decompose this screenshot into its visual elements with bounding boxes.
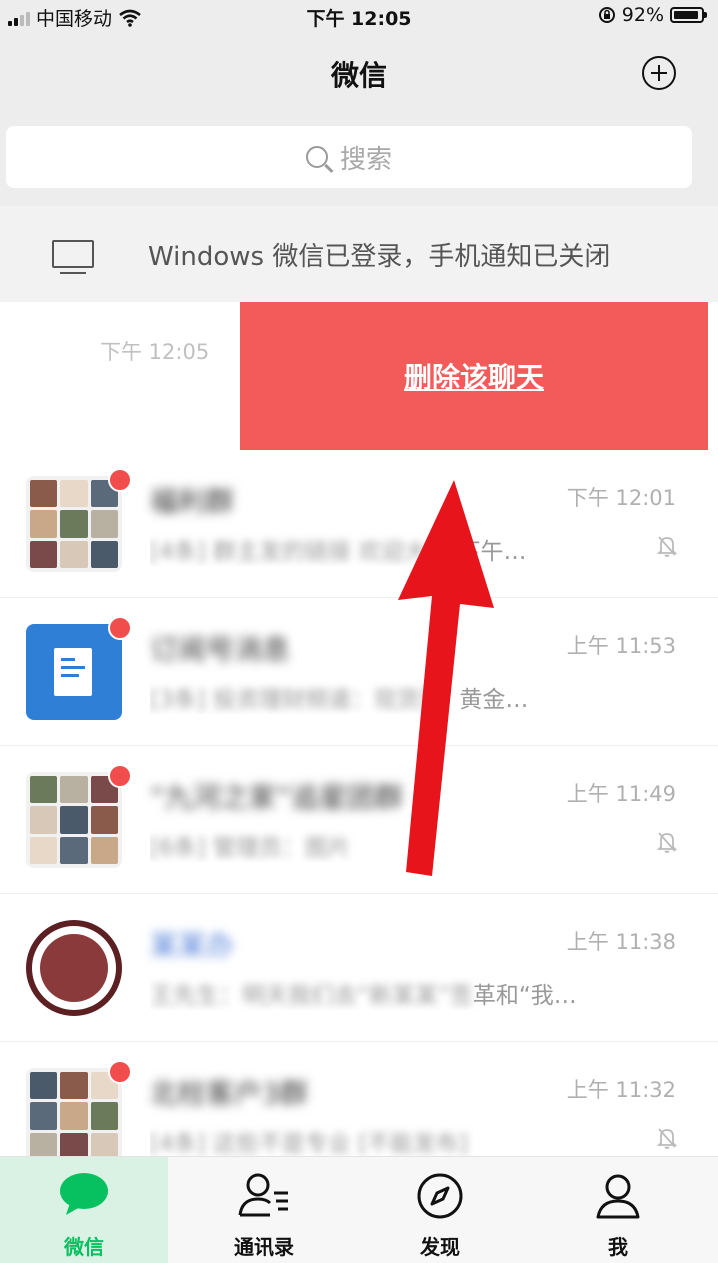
tab-me[interactable]: 我 [534, 1157, 702, 1263]
tab-label: 通讯录 [234, 1235, 294, 1259]
chat-row[interactable]: “九河之家”追星团群 [6条] 管理员：图片 上午 11:49 [0, 746, 718, 894]
chat-preview-blurred: 王先生：明天我们去“新某某”签 [150, 983, 473, 1009]
chat-preview-visible: ! 黄金… [442, 687, 529, 713]
tab-label: 我 [608, 1235, 628, 1259]
orientation-lock-icon [598, 7, 615, 23]
unread-badge [108, 468, 132, 492]
tab-contacts[interactable]: 通讯录 [180, 1157, 348, 1263]
delete-chat-button[interactable]: 删除该聊天 [240, 302, 708, 450]
chat-preview-blurred: [3条] 投资理财频道：现货黄 [150, 687, 443, 713]
compass-icon [417, 1173, 463, 1219]
windows-login-banner[interactable]: Windows 微信已登录，手机通知已关闭 [0, 206, 718, 302]
avatar [26, 1068, 122, 1164]
chat-time: 下午 12:05 [100, 340, 210, 364]
chat-time: 上午 11:32 [566, 1078, 676, 1102]
status-bar: 中国移动 下午 12:05 92% [0, 0, 718, 34]
chat-preview: [4条] 这些不是专业 [不能发布] [150, 1124, 620, 1158]
chat-preview-blurred: [4条] 这些不是专业 [不能发布] [150, 1131, 469, 1157]
chat-name: “九河之家”追星团群 [150, 781, 404, 814]
chat-name: 福利群 [150, 485, 235, 518]
person-icon [596, 1174, 640, 1219]
chat-preview-visible: 下午… [450, 539, 527, 565]
swiped-chat-row[interactable]: 下午 12:05 删除该聊天 [0, 302, 718, 450]
chat-preview: [6条] 管理员：图片 [150, 828, 620, 862]
avatar [26, 476, 122, 572]
avatar [26, 772, 122, 868]
mute-bell-icon [656, 534, 678, 557]
chat-name: 北柱客户3群 [150, 1077, 308, 1110]
login-banner-text: Windows 微信已登录，手机通知已关闭 [148, 241, 611, 272]
page-title: 微信 [330, 59, 387, 92]
chat-list: 福利群 [4条] 群主发的链接 欢迎大家 下午… 下午 12:01 订阅号消息 [3条]… [0, 450, 718, 1190]
chat-preview: [4条] 群主发的链接 欢迎大家 下午… [150, 532, 620, 566]
mute-bell-icon [656, 1126, 678, 1149]
contacts-icon [238, 1173, 288, 1217]
tab-label: 发现 [420, 1235, 460, 1259]
search-placeholder: 搜索 [339, 144, 392, 175]
search-input[interactable]: 搜索 [6, 126, 692, 188]
search-section: 搜索 [0, 114, 718, 206]
chat-time: 上午 11:53 [566, 634, 676, 658]
tab-label: 微信 [64, 1235, 104, 1259]
add-button[interactable] [642, 56, 676, 90]
chat-preview: 王先生：明天我们去“新某某”签革和“我… [150, 976, 620, 1010]
chat-time: 上午 11:49 [566, 782, 676, 806]
monitor-icon [52, 240, 94, 274]
unread-badge [108, 1060, 132, 1084]
chat-preview-visible: 革和“我… [472, 983, 577, 1009]
chat-name: 某某办 [150, 929, 235, 962]
unread-badge [108, 616, 132, 640]
avatar [26, 624, 122, 720]
chat-row[interactable]: 福利群 [4条] 群主发的链接 欢迎大家 下午… 下午 12:01 [0, 450, 718, 598]
tab-bar: 微信 通讯录 发现 我 [0, 1156, 718, 1263]
battery-icon [670, 7, 707, 23]
chat-time: 下午 12:01 [566, 486, 676, 510]
battery-percent: 92% [621, 4, 664, 26]
chat-preview-blurred: [4条] 群主发的链接 欢迎大家 [150, 539, 451, 565]
document-icon [54, 648, 92, 696]
chat-preview-blurred: [6条] 管理员：图片 [150, 835, 351, 861]
chat-bubble-icon [60, 1173, 108, 1215]
tab-discover[interactable]: 发现 [356, 1157, 524, 1263]
chat-name: 订阅号消息 [150, 633, 291, 666]
battery-group: 92% [598, 4, 707, 26]
nav-bar: 微信 [0, 34, 718, 114]
mute-bell-icon [656, 830, 678, 853]
chat-preview: [3条] 投资理财频道：现货黄! 黄金… [150, 680, 620, 714]
search-icon [305, 146, 328, 168]
unread-badge [108, 764, 132, 788]
avatar [26, 920, 122, 1016]
chat-row[interactable]: 订阅号消息 [3条] 投资理财频道：现货黄! 黄金… 上午 11:53 [0, 598, 718, 746]
chat-time: 上午 11:38 [566, 930, 676, 954]
tab-chats[interactable]: 微信 [0, 1157, 168, 1263]
chat-row[interactable]: 某某办王先生：明天我们去“新某某”签革和“我… 上午 11:38 [0, 894, 718, 1042]
